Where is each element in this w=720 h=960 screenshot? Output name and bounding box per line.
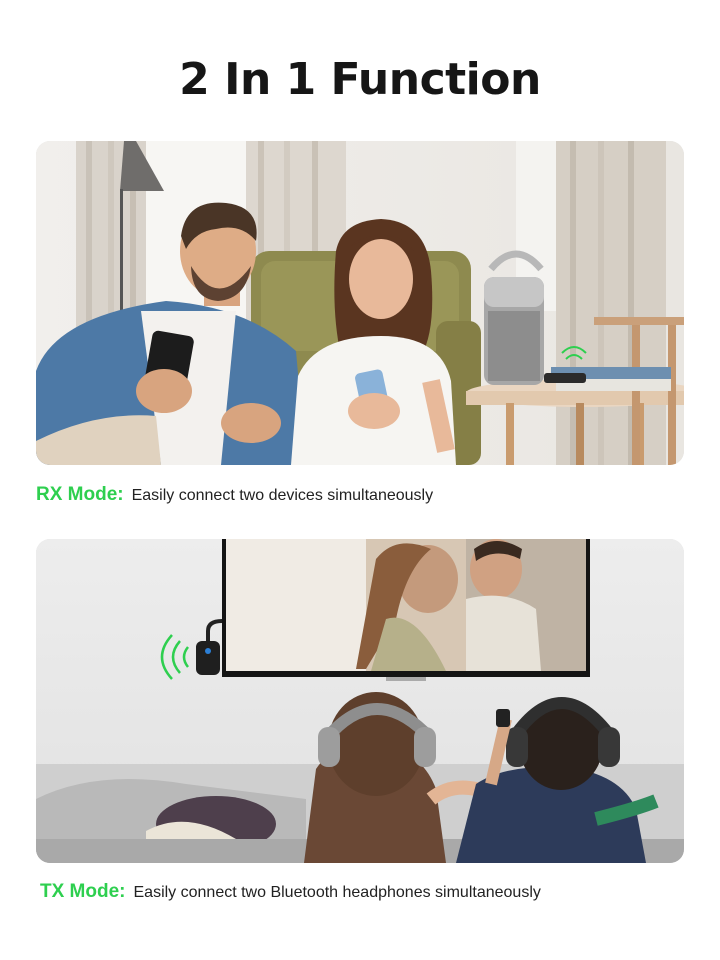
tx-mode-label: TX Mode: [40,881,126,902]
rx-mode-label: RX Mode: [36,484,124,505]
page-title: 2 In 1 Function [179,54,541,105]
tx-mode-photo [36,539,684,863]
rx-mode-description: Easily connect two devices simultaneousl… [131,487,434,504]
tx-mode-caption: TX Mode: Easily connect two Bluetooth he… [40,881,541,903]
curtain-right [556,141,666,465]
tv-screen [222,539,590,677]
rx-mode-caption: RX Mode: Easily connect two devices simu… [36,484,433,506]
rx-mode-photo [36,141,684,465]
tx-mode-description: Easily connect two Bluetooth headphones … [133,884,541,901]
